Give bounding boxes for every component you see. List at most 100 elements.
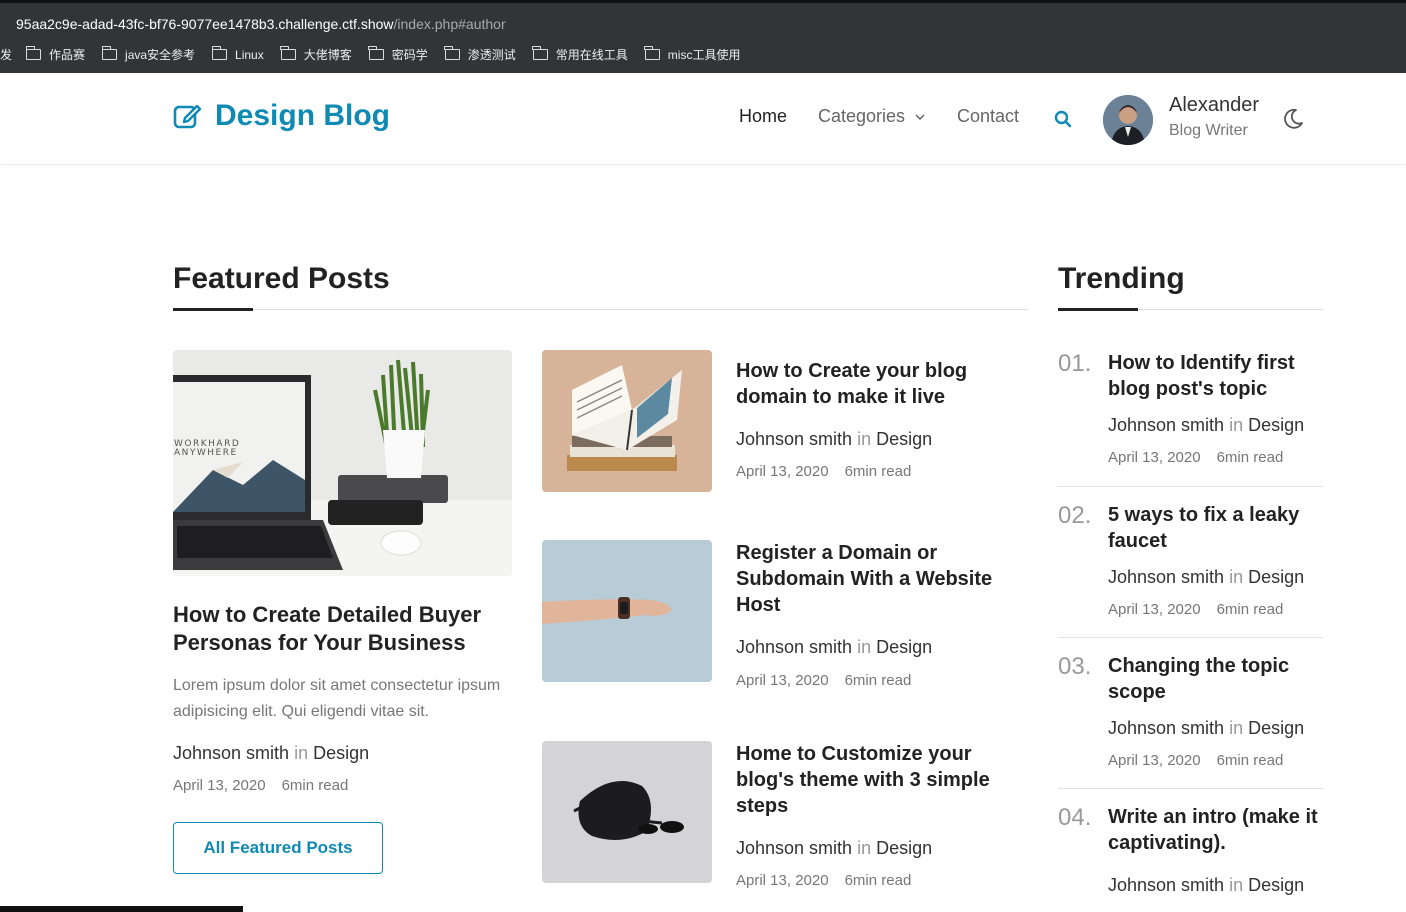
post-date: April 13, 2020: [736, 872, 829, 889]
post-date-row: April 13, 2020 6min read: [173, 777, 364, 794]
post-title[interactable]: Register a Domain or Subdomain With a We…: [736, 540, 1006, 618]
bookmark-label: 大佬博客: [303, 48, 352, 62]
trending-number: 01.: [1058, 350, 1092, 377]
trending-number: 02.: [1058, 502, 1092, 529]
bookmark-folder[interactable]: 大佬博客: [280, 46, 352, 63]
post-category[interactable]: Design: [1248, 415, 1304, 435]
bag-sunglasses-photo: [542, 741, 712, 883]
featured-underline: [173, 308, 253, 311]
logo-text: Design Blog: [215, 99, 391, 132]
trending-divider: [1058, 637, 1323, 638]
post-thumbnail[interactable]: [542, 741, 712, 883]
site-logo[interactable]: Design Blog: [173, 99, 390, 133]
bookmark-folder[interactable]: java安全参考: [101, 46, 196, 63]
nav-contact[interactable]: Contact: [957, 106, 1019, 127]
featured-post-title[interactable]: How to Create Detailed Buyer Personas fo…: [173, 601, 503, 657]
post-author[interactable]: Johnson smith: [1108, 567, 1224, 587]
chevron-down-icon: [915, 114, 925, 121]
url-host: 95aa2c9e-adad-43fc-bf76-9077ee1478b3.cha…: [16, 16, 394, 32]
post-meta: Johnson smith in Design: [736, 429, 932, 450]
avatar[interactable]: [1103, 95, 1153, 145]
wrist-watch-photo: [542, 540, 712, 682]
post-date: April 13, 2020: [173, 777, 266, 794]
post-category[interactable]: Design: [876, 637, 932, 657]
post-title[interactable]: Home to Customize your blog's theme with…: [736, 741, 1006, 819]
bookmark-folder[interactable]: Linux: [211, 46, 264, 62]
bookmark-folder[interactable]: 常用在线工具: [532, 46, 628, 63]
post-in: in: [1229, 567, 1244, 587]
trending-divider: [1058, 788, 1323, 789]
post-category[interactable]: Design: [1248, 875, 1304, 895]
trending-number: 03.: [1058, 653, 1092, 680]
url-path: /index.php#author: [393, 16, 506, 32]
post-in: in: [1229, 415, 1244, 435]
moon-icon[interactable]: [1281, 107, 1305, 131]
post-category[interactable]: Design: [876, 838, 932, 858]
nav-categories-label: Categories: [818, 106, 906, 126]
post-author[interactable]: Johnson smith: [736, 838, 852, 858]
post-author[interactable]: Johnson smith: [736, 429, 852, 449]
post-in: in: [857, 637, 872, 657]
bookmark-folder[interactable]: 渗透测试: [444, 46, 516, 63]
folder-icon: [644, 46, 660, 60]
post-in: in: [1229, 718, 1244, 738]
post-title[interactable]: How to Create your blog domain to make i…: [736, 358, 1006, 410]
post-thumbnail[interactable]: [542, 540, 712, 682]
featured-divider: [173, 309, 1028, 310]
nav-home[interactable]: Home: [739, 106, 787, 127]
folder-icon: [25, 46, 42, 60]
trending-title[interactable]: 5 ways to fix a leaky faucet: [1108, 502, 1318, 554]
post-meta: Johnson smith in Design: [173, 743, 369, 764]
post-meta: Johnson smith in Design: [1108, 567, 1304, 588]
post-date: April 13, 2020: [736, 463, 829, 480]
bookmark-label: 常用在线工具: [555, 48, 628, 62]
featured-post-excerpt: Lorem ipsum dolor sit amet consectetur i…: [173, 677, 501, 720]
post-read-time: 6min read: [1216, 601, 1284, 618]
scrollbar-fragment: [0, 906, 243, 912]
nav-categories[interactable]: Categories: [818, 106, 926, 127]
post-category[interactable]: Design: [1248, 718, 1304, 738]
featured-post-image[interactable]: WORKHARD ANYWHERE: [173, 350, 512, 576]
post-category[interactable]: Design: [1248, 567, 1304, 587]
bookmark-truncated[interactable]: 发: [0, 46, 12, 63]
books-photo: [542, 350, 712, 492]
bookmark-folder[interactable]: 作品赛: [25, 46, 85, 63]
bookmark-label: misc工具使用: [667, 48, 741, 62]
trending-title[interactable]: Write an intro (make it captivating).: [1108, 804, 1318, 856]
folder-icon: [101, 46, 118, 60]
all-featured-posts-button[interactable]: All Featured Posts: [173, 822, 383, 874]
post-in: in: [294, 743, 309, 763]
post-author[interactable]: Johnson smith: [1108, 415, 1224, 435]
post-read-time: 6min read: [1216, 449, 1284, 466]
post-author[interactable]: Johnson smith: [1108, 875, 1224, 895]
author-role: Blog Writer: [1169, 122, 1248, 139]
post-date-row: April 13, 2020 6min read: [1108, 752, 1299, 769]
folder-icon: [444, 46, 460, 60]
avatar-photo: [1103, 95, 1153, 145]
post-author[interactable]: Johnson smith: [1108, 718, 1224, 738]
post-author[interactable]: Johnson smith: [736, 637, 852, 657]
post-date-row: April 13, 2020 6min read: [1108, 449, 1299, 466]
trending-title[interactable]: How to Identify first blog post's topic: [1108, 350, 1318, 402]
post-thumbnail[interactable]: [542, 350, 712, 492]
post-read-time: 6min read: [281, 777, 349, 794]
bookmark-label: 发: [0, 48, 13, 62]
trending-title[interactable]: Changing the topic scope: [1108, 653, 1318, 705]
bookmark-label: java安全参考: [125, 48, 196, 62]
folder-icon: [532, 46, 548, 60]
bookmark-label: Linux: [235, 47, 264, 62]
post-author[interactable]: Johnson smith: [173, 743, 289, 763]
trending-heading: Trending: [1058, 262, 1185, 295]
laptop-desk-photo: [173, 350, 512, 576]
post-in: in: [857, 838, 872, 858]
post-date-row: April 13, 2020 6min read: [1108, 601, 1299, 618]
post-category[interactable]: Design: [876, 429, 932, 449]
bookmark-folder[interactable]: misc工具使用: [644, 46, 741, 63]
author-name[interactable]: Alexander: [1169, 94, 1259, 117]
post-category[interactable]: Design: [313, 743, 369, 763]
bookmark-folder[interactable]: 密码学: [368, 46, 428, 63]
search-icon[interactable]: [1054, 110, 1072, 128]
trending-underline: [1058, 308, 1138, 311]
address-bar[interactable]: 95aa2c9e-adad-43fc-bf76-9077ee1478b3.cha…: [0, 0, 1406, 36]
bookmarks-bar: 发 作品赛 java安全参考 Linux 大佬博客 密码学 渗透测试 常用在线工…: [0, 36, 1406, 73]
